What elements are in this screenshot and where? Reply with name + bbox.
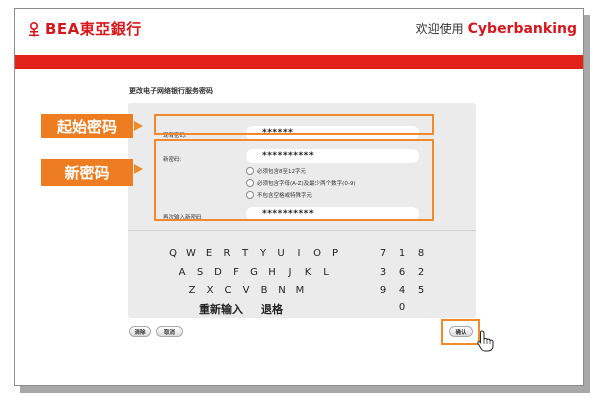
key-p[interactable]: P: [329, 248, 341, 259]
confirm-button[interactable]: 确认: [449, 326, 473, 337]
backspace-key[interactable]: 退格: [261, 301, 283, 317]
initial-password-tag: 起始密码: [41, 114, 133, 138]
key-7[interactable]: 7: [377, 248, 389, 259]
key-8[interactable]: 8: [415, 248, 427, 259]
header: BEA東亞銀行 欢迎使用 Cyberbanking: [15, 9, 583, 51]
key-j[interactable]: J: [284, 267, 296, 278]
key-h[interactable]: H: [266, 267, 278, 278]
key-b[interactable]: B: [258, 285, 270, 296]
key-m[interactable]: M: [294, 285, 306, 296]
key-c[interactable]: C: [222, 285, 234, 296]
key-1[interactable]: 1: [396, 248, 408, 259]
key-u[interactable]: U: [275, 248, 287, 259]
browser-frame: BEA東亞銀行 欢迎使用 Cyberbanking 更改电子网络银行服务密码 现…: [14, 8, 584, 386]
page-title: 更改电子网络银行服务密码: [129, 87, 213, 95]
key-s[interactable]: S: [194, 267, 206, 278]
logo-text: BEA東亞銀行: [45, 20, 142, 38]
key-2[interactable]: 2: [415, 267, 427, 278]
key-r[interactable]: R: [221, 248, 233, 259]
key-g[interactable]: G: [248, 267, 260, 278]
key-t[interactable]: T: [239, 248, 251, 259]
cancel-button[interactable]: 取消: [156, 326, 183, 337]
bea-logo-icon: [29, 21, 39, 36]
key-0[interactable]: 0: [396, 302, 408, 313]
key-o[interactable]: O: [311, 248, 323, 259]
key-9[interactable]: 9: [377, 285, 389, 296]
key-f[interactable]: F: [230, 267, 242, 278]
new-password-arrow: [134, 164, 143, 174]
key-d[interactable]: D: [212, 267, 224, 278]
key-3[interactable]: 3: [377, 267, 389, 278]
clear-button[interactable]: 清除: [129, 326, 151, 337]
key-q[interactable]: Q: [167, 248, 179, 259]
key-z[interactable]: Z: [186, 285, 198, 296]
initial-password-arrow: [134, 121, 143, 131]
welcome-text: 欢迎使用: [415, 22, 464, 36]
hand-cursor-icon: [477, 330, 494, 352]
key-k[interactable]: K: [302, 267, 314, 278]
key-4[interactable]: 4: [396, 285, 408, 296]
key-5[interactable]: 5: [415, 285, 427, 296]
brand-text: Cyberbanking: [467, 21, 577, 37]
key-l[interactable]: L: [320, 267, 332, 278]
key-i[interactable]: I: [293, 248, 305, 259]
current-password-highlight: [154, 114, 434, 135]
new-password-tag: 新密码: [41, 159, 133, 186]
red-banner: [15, 55, 583, 69]
key-n[interactable]: N: [276, 285, 288, 296]
key-e[interactable]: E: [203, 248, 215, 259]
new-password-highlight: [154, 139, 434, 221]
cyberbanking-title: 欢迎使用 Cyberbanking: [416, 20, 577, 37]
key-a[interactable]: A: [176, 267, 188, 278]
key-w[interactable]: W: [185, 248, 197, 259]
keyboard-divider: [128, 230, 476, 231]
key-6[interactable]: 6: [396, 267, 408, 278]
bea-logo: BEA東亞銀行: [27, 18, 142, 39]
reenter-key[interactable]: 重新输入: [199, 301, 243, 317]
key-v[interactable]: V: [240, 285, 252, 296]
key-x[interactable]: X: [204, 285, 216, 296]
key-y[interactable]: Y: [257, 248, 269, 259]
